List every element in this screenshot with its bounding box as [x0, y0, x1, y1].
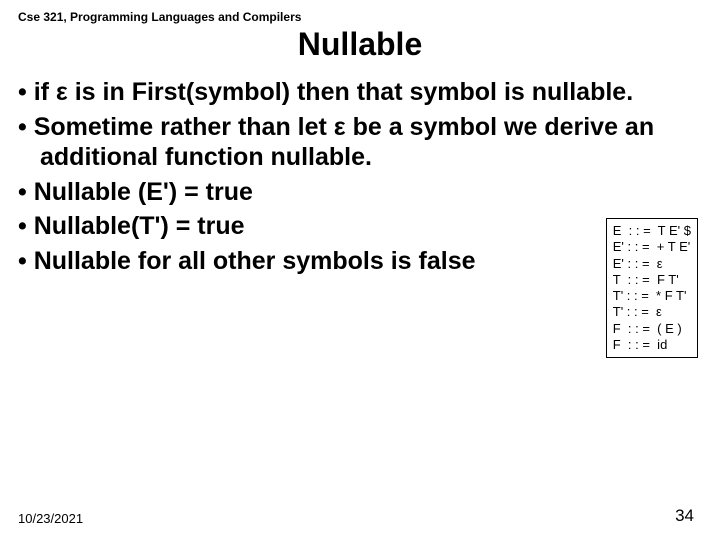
bullet-item: Nullable (E') = true: [18, 177, 702, 208]
grammar-box: E : : = T E' $ E' : : = + T E' E' : : = …: [606, 218, 698, 358]
bullet-item: if ε is in First(symbol) then that symbo…: [18, 77, 702, 108]
bullet-list-a: if ε is in First(symbol) then that symbo…: [18, 77, 702, 173]
footer-page: 34: [675, 506, 694, 526]
bullet-item: Sometime rather than let ε be a symbol w…: [18, 112, 702, 173]
course-label: Cse 321, Programming Languages and Compi…: [18, 10, 702, 24]
bullet-list-b: Nullable (E') = true Nullable(T') = true…: [18, 177, 702, 277]
footer-date: 10/23/2021: [18, 511, 83, 526]
bullet-item: Nullable for all other symbols is false: [18, 246, 702, 277]
bullet-item: Nullable(T') = true: [18, 211, 702, 242]
slide: Cse 321, Programming Languages and Compi…: [0, 0, 720, 540]
page-title: Nullable: [18, 26, 702, 63]
